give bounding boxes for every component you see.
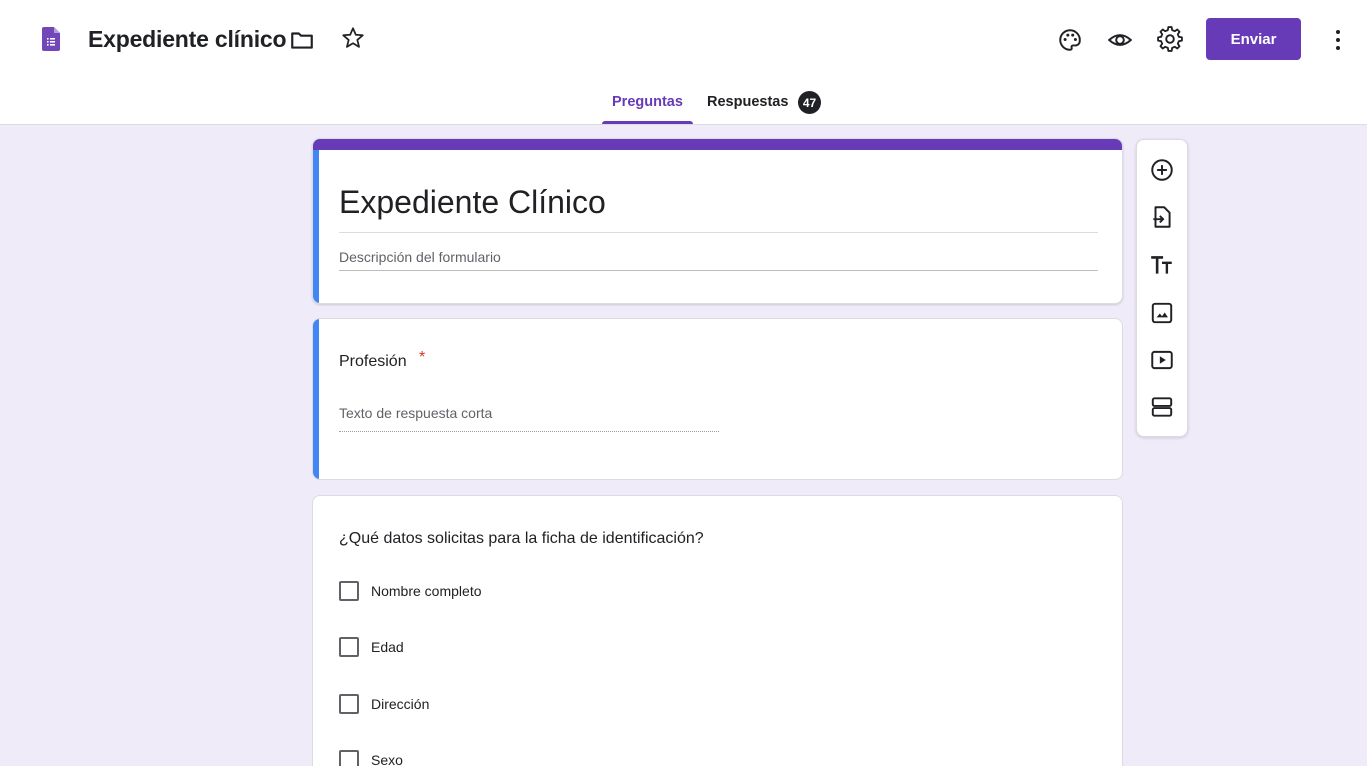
option-label[interactable]: Dirección	[371, 696, 429, 712]
answer-underline	[339, 431, 719, 432]
option-label[interactable]: Edad	[371, 639, 404, 655]
form-description-field[interactable]: Descripción del formulario	[339, 249, 501, 265]
settings-gear-icon[interactable]	[1157, 26, 1183, 52]
divider	[339, 232, 1098, 233]
tab-bar: Preguntas Respuestas 47	[0, 90, 1367, 125]
question-title[interactable]: Profesión	[339, 353, 407, 371]
option-label[interactable]: Sexo	[371, 752, 403, 766]
question-title[interactable]: ¿Qué datos solicitas para la ficha de id…	[339, 530, 704, 548]
required-asterisk: *	[419, 349, 426, 366]
star-icon[interactable]	[340, 25, 366, 51]
responses-count-badge: 47	[798, 91, 821, 114]
theme-accent-bar	[313, 139, 1122, 150]
active-card-indicator	[313, 150, 319, 303]
tab-preguntas[interactable]: Preguntas	[612, 94, 683, 110]
active-card-indicator	[313, 319, 319, 479]
add-title-icon[interactable]	[1149, 252, 1175, 278]
checkbox-option[interactable]: Dirección	[339, 693, 429, 715]
import-questions-icon[interactable]	[1149, 204, 1175, 230]
add-image-icon[interactable]	[1149, 300, 1175, 326]
question-card[interactable]: ¿Qué datos solicitas para la ficha de id…	[312, 495, 1123, 766]
checkbox-option[interactable]: Sexo	[339, 749, 403, 766]
send-button[interactable]: Enviar	[1206, 18, 1301, 60]
checkbox[interactable]	[339, 581, 359, 601]
app-header: Expediente clínico Enviar Preguntas Resp…	[0, 0, 1367, 125]
checkbox[interactable]	[339, 694, 359, 714]
more-vert-icon[interactable]	[1326, 27, 1350, 53]
floating-toolbar	[1136, 139, 1188, 437]
checkbox[interactable]	[339, 637, 359, 657]
add-video-icon[interactable]	[1149, 347, 1175, 373]
add-question-icon[interactable]	[1149, 157, 1175, 183]
document-title[interactable]: Expediente clínico	[88, 26, 287, 53]
divider	[339, 270, 1098, 271]
checkbox-option[interactable]: Edad	[339, 636, 404, 658]
forms-doc-icon[interactable]	[42, 27, 60, 51]
short-answer-placeholder: Texto de respuesta corta	[339, 405, 493, 421]
tab-respuestas[interactable]: Respuestas	[707, 94, 788, 110]
question-card[interactable]: Profesión * Texto de respuesta corta	[312, 318, 1123, 480]
active-tab-indicator	[602, 121, 693, 124]
palette-icon[interactable]	[1057, 27, 1083, 53]
folder-icon[interactable]	[289, 27, 315, 53]
option-label[interactable]: Nombre completo	[371, 583, 482, 599]
form-title[interactable]: Expediente Clínico	[339, 184, 606, 221]
checkbox-option[interactable]: Nombre completo	[339, 580, 482, 602]
preview-eye-icon[interactable]	[1107, 27, 1133, 53]
form-title-card[interactable]: Expediente Clínico Descripción del formu…	[312, 138, 1123, 304]
add-section-icon[interactable]	[1149, 394, 1175, 420]
checkbox[interactable]	[339, 750, 359, 766]
